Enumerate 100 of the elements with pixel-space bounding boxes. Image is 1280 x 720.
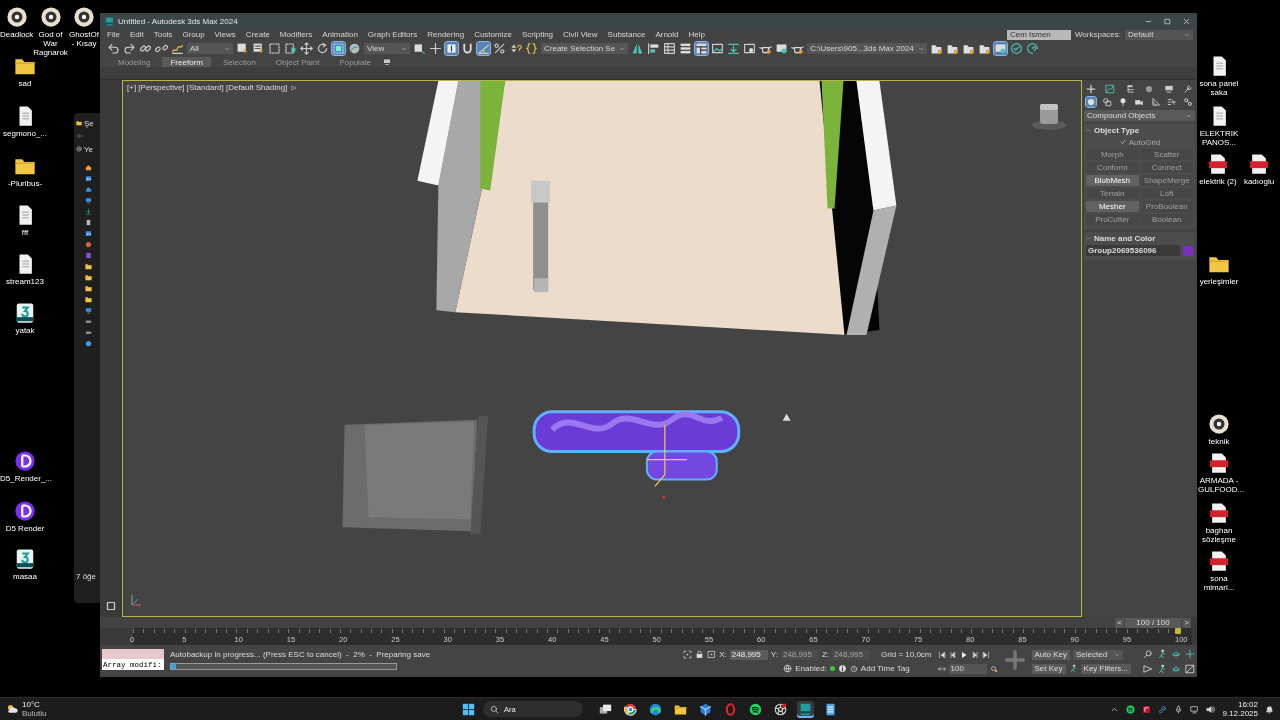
app-logo-icon[interactable] — [39, 6, 62, 28]
waves-icon[interactable] — [1166, 97, 1177, 107]
music-icon[interactable] — [85, 241, 92, 248]
next-frame-button[interactable]: > — [1182, 617, 1191, 628]
menu-item[interactable]: Animation — [322, 30, 358, 39]
walker-icon[interactable] — [1157, 649, 1167, 659]
orbit-icon[interactable] — [1171, 649, 1181, 659]
layers-icon[interactable] — [679, 42, 693, 55]
mirror-icon[interactable] — [631, 42, 645, 55]
rollout-title[interactable]: Object Type — [1094, 126, 1140, 135]
square-logo-icon[interactable] — [1142, 704, 1152, 714]
menu-item[interactable]: Edit — [129, 30, 144, 39]
toolbar-dropdown[interactable]: Create Selection Se — [541, 43, 629, 54]
undo-icon[interactable] — [107, 42, 120, 55]
new-button[interactable]: Ye — [76, 144, 94, 154]
category-dropdown[interactable]: Compound Objects — [1084, 110, 1195, 121]
monitor-icon[interactable] — [1163, 84, 1174, 94]
menu-item[interactable]: Modifiers — [279, 30, 313, 39]
walker-icon[interactable] — [1068, 664, 1078, 673]
menu-item[interactable]: Customize — [474, 30, 512, 39]
camera-icon[interactable] — [1134, 97, 1145, 107]
skip-end-icon[interactable] — [981, 650, 990, 659]
squiggle-icon[interactable] — [171, 42, 184, 55]
app-logo-icon[interactable] — [14, 500, 36, 522]
table-icon[interactable] — [663, 42, 677, 55]
speaker-icon[interactable] — [1206, 704, 1216, 714]
menu-item[interactable]: Create — [245, 30, 270, 39]
folder-star-icon[interactable] — [977, 42, 991, 55]
folder-icon[interactable] — [85, 274, 92, 281]
filter-icon[interactable] — [291, 84, 298, 91]
spinner-icon[interactable] — [509, 42, 522, 55]
rotate-arrow-icon[interactable] — [316, 42, 329, 55]
menu-item[interactable]: Scripting — [521, 30, 554, 39]
folder-icon[interactable] — [85, 263, 92, 270]
view-cube-icon[interactable] — [1031, 101, 1067, 131]
toolbar-dropdown[interactable]: View — [364, 43, 410, 54]
menu-item[interactable]: File — [107, 30, 120, 39]
square-pair-icon[interactable] — [1185, 663, 1195, 674]
scene-file-icon[interactable] — [14, 548, 36, 570]
max-icon[interactable] — [797, 700, 814, 718]
ribbon-tab[interactable]: Freeform — [162, 56, 211, 68]
document-icon[interactable] — [85, 219, 92, 226]
start-icon[interactable] — [462, 702, 475, 716]
object-type-button[interactable]: Mesher — [1086, 201, 1139, 212]
wrench-icon[interactable] — [1182, 84, 1193, 94]
cloud-icon[interactable] — [85, 186, 92, 193]
workspace-dropdown[interactable]: Default — [1125, 29, 1193, 40]
picture-icon[interactable] — [85, 175, 92, 182]
menu-item[interactable]: Arnold — [655, 30, 679, 39]
frame-counter[interactable]: 100 / 100 — [1125, 617, 1181, 628]
maximize-icon[interactable] — [1163, 16, 1172, 26]
check-circle-icon[interactable] — [1009, 42, 1023, 55]
temperature[interactable]: 10°C — [22, 700, 47, 709]
monitor-icon[interactable] — [383, 58, 391, 66]
ribbon-tab[interactable]: Modeling — [110, 56, 159, 68]
download-icon[interactable] — [727, 42, 741, 55]
close-icon[interactable] — [1182, 16, 1191, 26]
globe-grid-icon[interactable] — [783, 664, 793, 673]
spiral-icon[interactable] — [1025, 42, 1039, 55]
ribbon-tab[interactable]: Populate — [331, 56, 379, 68]
pdf-document-icon[interactable] — [1208, 550, 1230, 572]
sphere-icon[interactable] — [348, 42, 361, 55]
picture-icon[interactable] — [85, 230, 92, 237]
ruler-icon[interactable] — [1150, 97, 1161, 107]
toolbar-dropdown[interactable]: C:\Users\905...3ds Max 2024 — [807, 43, 927, 54]
render-frame-icon[interactable] — [775, 42, 789, 55]
viewport-layout-icon[interactable] — [104, 599, 118, 613]
circle-icon[interactable] — [1086, 97, 1096, 107]
lock-icon[interactable] — [695, 650, 705, 659]
redo-icon[interactable] — [123, 42, 136, 55]
app-logo-icon[interactable] — [14, 450, 36, 472]
pdf-document-icon[interactable] — [1208, 452, 1230, 474]
dotted-box-icon[interactable] — [707, 650, 717, 659]
ribbon-tab[interactable]: Selection — [214, 56, 264, 68]
folder-star-icon[interactable] — [961, 42, 975, 55]
menu-item[interactable]: Tools — [153, 30, 173, 39]
scale-square-icon[interactable] — [332, 42, 345, 55]
corner-frame-icon[interactable] — [683, 650, 693, 659]
plus-icon[interactable] — [1086, 84, 1096, 94]
set-key-button[interactable]: Set Key — [1031, 663, 1066, 674]
download-arrow-icon[interactable] — [85, 208, 92, 215]
step-forward-icon[interactable] — [970, 650, 979, 659]
step-back-icon[interactable] — [948, 650, 957, 659]
toolbar-dropdown[interactable]: All — [187, 43, 233, 54]
striped-ball-icon[interactable] — [1126, 704, 1136, 714]
key-filters-button[interactable]: Key Filters... — [1080, 663, 1131, 674]
pivot-box-icon[interactable] — [413, 42, 426, 55]
folder-icon[interactable] — [85, 296, 92, 303]
menu-item[interactable]: Group — [182, 30, 205, 39]
folder-icon[interactable] — [85, 285, 92, 292]
current-frame-marker[interactable] — [1175, 628, 1181, 634]
menu-item[interactable]: Civil View — [563, 30, 598, 39]
cursor-box-icon[interactable] — [236, 42, 249, 55]
scene-file-icon[interactable] — [14, 302, 36, 324]
menu-item[interactable]: Help — [688, 30, 705, 39]
links-icon[interactable] — [1182, 97, 1193, 107]
user-dropdown[interactable]: Cem Ismen — [1006, 29, 1071, 40]
list-cursor-icon[interactable] — [252, 42, 265, 55]
clock-icon[interactable] — [849, 664, 858, 673]
color-swatch[interactable] — [1183, 245, 1193, 256]
